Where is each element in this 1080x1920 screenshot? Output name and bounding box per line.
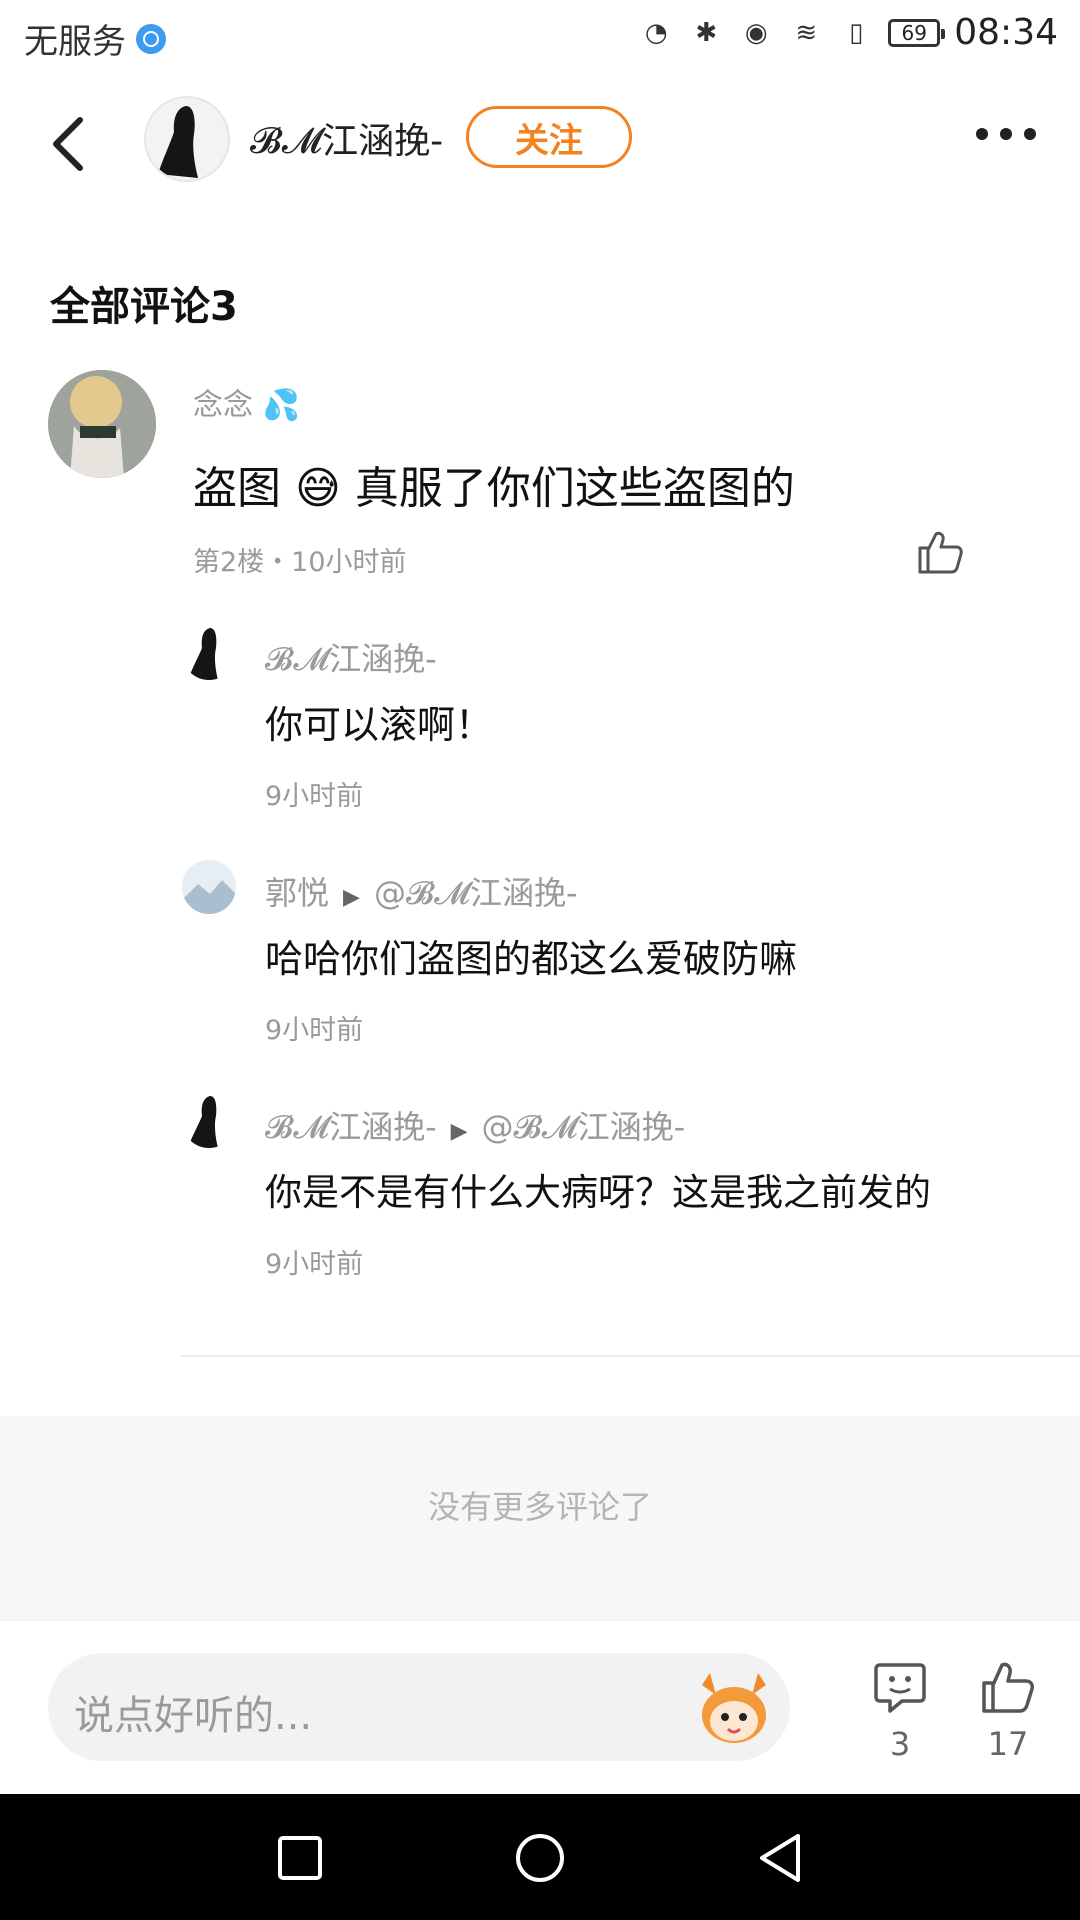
reply-time: 9小时前 [265,1249,364,1280]
reply-mention[interactable]: @𝓑𝓜江涵挽- [482,1108,686,1146]
recent-apps-icon[interactable] [274,1832,326,1884]
no-more-comments-area: 没有更多评论了 [0,1416,1080,1620]
thumb-up-icon [982,1662,1034,1713]
reply-arrow-icon: ▶ [450,1119,468,1144]
home-icon[interactable] [514,1832,566,1884]
water-drops-icon: 💦 [262,388,300,423]
like-count: 17 [987,1725,1029,1763]
reply-text: 哈哈你们盗图的都这么爱破防嘛 [265,937,798,981]
thumb-up-icon[interactable] [916,528,964,576]
more-icon[interactable] [976,128,1040,148]
status-bar-right: ◔ ✱ ◉ ≋ ▯ 69 08:34 [638,12,1058,53]
reply-arrow-icon: ▶ [343,885,360,910]
no-more-comments-text: 没有更多评论了 [427,1488,652,1526]
comments-section-title: 全部评论3 [50,284,238,330]
network-globe-icon [136,23,166,54]
hd-call-icon: ◔ [644,17,668,48]
follow-button[interactable]: 关注 [466,106,632,168]
reply-user[interactable]: 𝓑𝓜江涵挽- ▶ @𝓑𝓜江涵挽- [265,1102,685,1148]
reply-avatar[interactable] [182,626,236,680]
comment-count-button[interactable]: 3 [862,1659,938,1763]
comment-meta: 第2楼・10小时前 [193,547,407,578]
reply-user[interactable]: 𝓑𝓜江涵挽- [265,634,437,680]
wifi-icon: ≋ [795,17,818,48]
reply-mention[interactable]: @𝓑𝓜江涵挽- [374,874,578,912]
like-count-button[interactable]: 17 [970,1659,1046,1763]
reply-avatar[interactable] [182,1094,236,1148]
reply-time: 9小时前 [265,1015,364,1046]
battery-icon: 69 [888,18,946,47]
comment-input[interactable]: 说点好听的... [48,1653,790,1761]
carrier-text: 无服务 [24,22,126,62]
eye-comfort-icon: ◉ [744,17,768,48]
sim-alert-icon: ▯ [849,17,864,48]
comment-bubble-icon [874,1663,926,1713]
system-navigation-bar [0,1794,1080,1920]
comment-text: 盗图 😅 真服了你们这些盗图的 [193,463,795,514]
reply-user[interactable]: 郭悦 ▶ @𝓑𝓜江涵挽- [265,868,578,914]
reply-text: 你是不是有什么大病呀？这是我之前发的 [265,1171,931,1214]
reply-time: 9小时前 [265,781,364,812]
commenter-avatar[interactable] [48,370,156,478]
back-nav-icon[interactable] [754,1832,806,1884]
comment-bar: 说点好听的... 3 17 [0,1620,1080,1795]
commenter-name[interactable]: 念念 💦 [193,380,300,424]
comment-input-placeholder: 说点好听的... [74,1693,313,1739]
comment-count: 3 [889,1725,911,1763]
reply-text: 你可以滚啊！ [265,703,494,747]
reply-avatar[interactable] [182,860,236,914]
bluetooth-icon: ✱ [695,17,718,48]
mascot-emoji-icon[interactable] [692,1665,776,1749]
battery-level: 69 [901,20,927,45]
clock: 08:34 [954,12,1058,53]
divider [180,1355,1080,1357]
status-bar-left: 无服务 [24,14,166,63]
author-avatar[interactable] [144,96,230,182]
author-name[interactable]: 𝓑𝓜江涵挽- [250,112,443,164]
back-arrow-icon[interactable] [48,116,88,172]
